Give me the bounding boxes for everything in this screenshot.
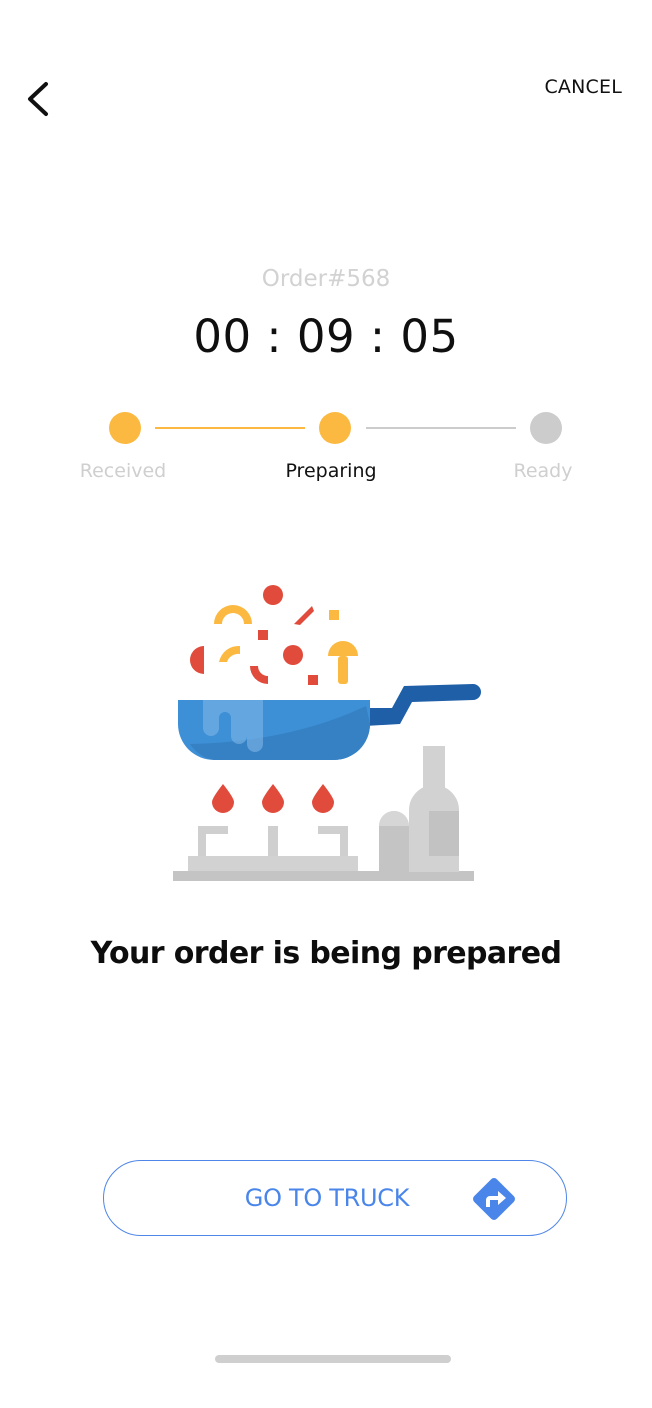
step-dot-received <box>109 412 141 444</box>
chevron-left-icon <box>28 82 48 116</box>
directions-icon <box>473 1178 515 1220</box>
step-dot-ready <box>530 412 562 444</box>
step-label-preparing: Preparing <box>285 460 377 482</box>
cancel-button[interactable]: CANCEL <box>544 76 622 98</box>
step-dot-preparing <box>319 412 351 444</box>
order-number: Order#568 <box>261 266 391 292</box>
step-connector-received-preparing <box>155 427 305 429</box>
status-headline: Your order is being prepared <box>90 936 562 971</box>
step-label-received: Received <box>79 460 167 482</box>
step-label-ready: Ready <box>513 460 573 482</box>
go-to-truck-button[interactable]: GO TO TRUCK <box>103 1160 567 1236</box>
step-connector-preparing-ready <box>366 427 516 429</box>
home-indicator[interactable] <box>215 1355 451 1363</box>
order-timer: 00 : 09 : 05 <box>193 310 459 363</box>
cooking-pan-stove-illustration <box>173 585 481 881</box>
back-button[interactable] <box>18 74 66 122</box>
